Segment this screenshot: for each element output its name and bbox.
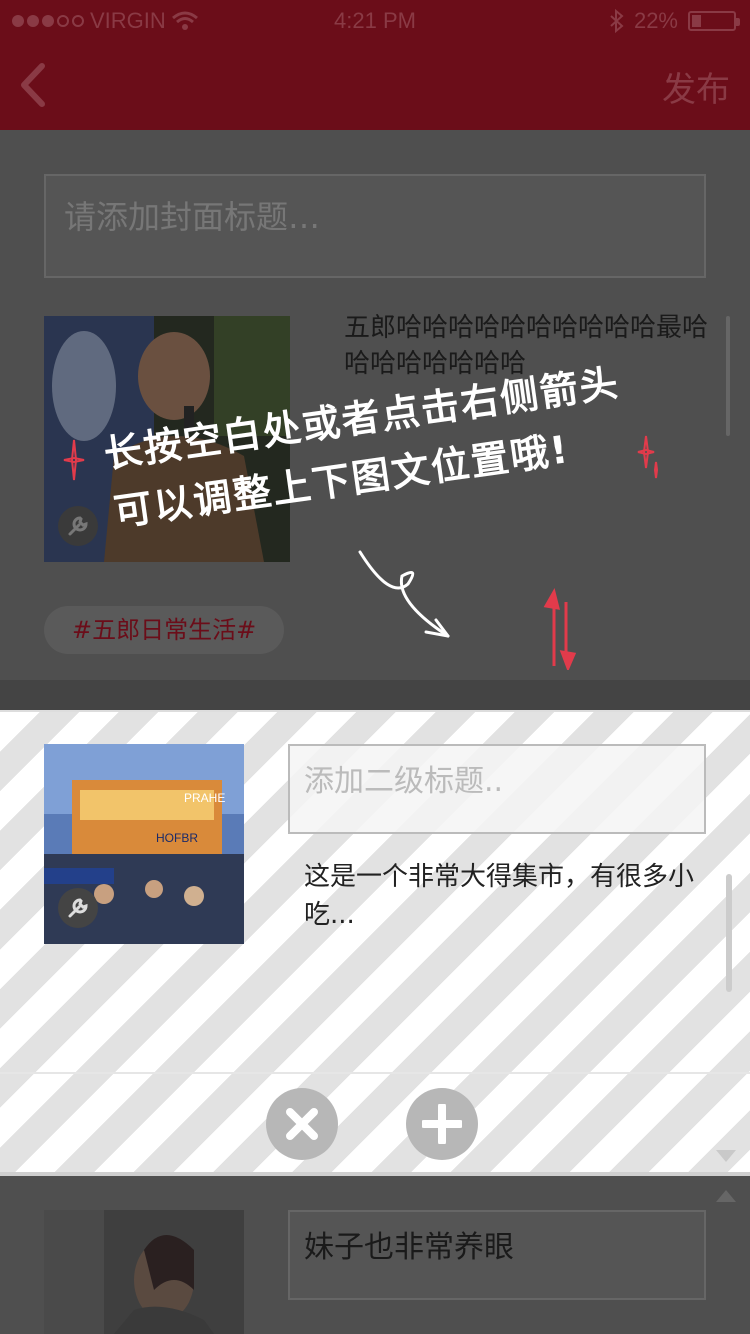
reorder-arrows-icon (543, 588, 577, 670)
sparkle-icon (63, 435, 659, 481)
hint-decorations (63, 435, 659, 670)
back-button[interactable] (14, 60, 54, 110)
editor-lower-dimmed: 妹子也非常养眼 (0, 1176, 750, 1334)
close-icon (286, 1108, 318, 1140)
status-bar: VIRGIN 4:21 PM 22% (0, 0, 750, 40)
subtitle-input[interactable]: 添加二级标题.. (288, 744, 706, 834)
section-3-title[interactable]: 妹子也非常养眼 (288, 1210, 706, 1300)
scrollbar[interactable] (726, 874, 732, 992)
status-right: 22% (610, 8, 740, 34)
delete-section-button[interactable] (266, 1088, 338, 1160)
section-image-3[interactable] (44, 1210, 244, 1334)
battery-percent: 22% (633, 8, 678, 33)
battery-icon (688, 11, 740, 31)
bluetooth-icon (610, 9, 624, 33)
move-down-arrow-icon[interactable] (716, 1150, 736, 1162)
curved-arrow-icon (358, 550, 450, 638)
publish-button[interactable]: 发布 (662, 62, 730, 111)
chevron-left-icon (21, 63, 45, 107)
section-2-description[interactable]: 这是一个非常大得集市，有很多小吃... (304, 858, 704, 934)
sign-text: HOFBR (156, 831, 198, 845)
cover-title-input[interactable]: 请添加封面标题… (44, 174, 706, 278)
divider (0, 1072, 750, 1074)
scrollbar[interactable] (726, 316, 730, 436)
add-section-button[interactable] (406, 1088, 478, 1160)
section-image-2[interactable]: HOFBR PRAHE (44, 744, 244, 944)
nav-bar: 发布 (0, 40, 750, 130)
plus-icon (422, 1104, 462, 1144)
editor-gap (0, 680, 750, 710)
highlighted-section-card[interactable]: HOFBR PRAHE 添加二级标题.. 这是一个非常大得集市，有很多小吃... (0, 710, 750, 1176)
reorder-hint: 长按空白处或者点击右侧箭头 可以调整上下图文位置哦! (60, 361, 720, 670)
woman-photo (44, 1210, 244, 1334)
sign-text: PRAHE (184, 791, 225, 805)
wrench-icon[interactable] (58, 888, 98, 928)
move-up-arrow-icon[interactable] (716, 1190, 736, 1202)
